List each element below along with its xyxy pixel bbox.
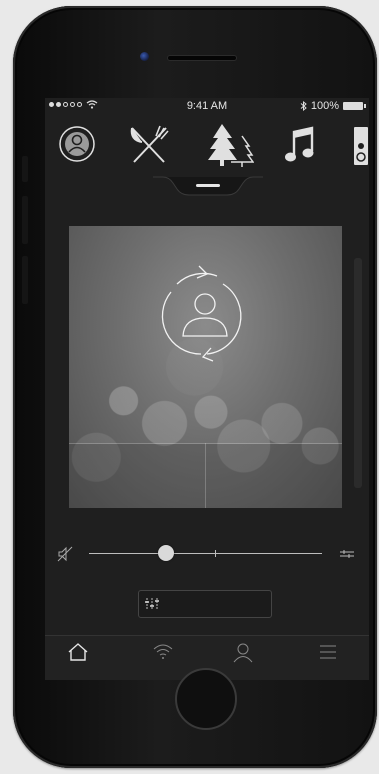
volume-control: [55, 542, 361, 566]
volume-slider-knob[interactable]: [157, 545, 174, 561]
status-right: 100%: [300, 100, 366, 112]
sliders-icon[interactable]: [339, 548, 355, 560]
equalizer-icon: [145, 598, 159, 610]
home-icon[interactable]: [67, 642, 89, 662]
forest-icon[interactable]: [208, 122, 254, 168]
category-icon-bar: [45, 116, 369, 172]
profile-sync-icon[interactable]: [57, 124, 97, 164]
bluetooth-icon: [300, 101, 307, 111]
music-icon[interactable]: [285, 126, 315, 164]
equalizer-button[interactable]: [138, 590, 272, 618]
status-bar: 9:41 AM 100%: [45, 98, 369, 114]
scrollbar[interactable]: [354, 258, 362, 488]
front-camera: [140, 52, 149, 61]
main-image[interactable]: [69, 226, 342, 508]
volume-slider-tick: [215, 550, 216, 557]
volume-down-button: [22, 256, 28, 304]
menu-icon[interactable]: [318, 642, 338, 662]
image-divider-vertical: [205, 443, 206, 508]
pull-down-handle[interactable]: [153, 176, 263, 196]
earpiece-speaker: [168, 56, 236, 60]
volume-slider-track[interactable]: [89, 553, 322, 554]
user-icon[interactable]: [233, 642, 253, 664]
profile-sync-overlay-icon[interactable]: [157, 262, 253, 368]
hardware-home-button: [175, 668, 237, 730]
speaker-muted-icon[interactable]: [57, 546, 73, 562]
restaurant-icon[interactable]: [128, 122, 170, 166]
battery-percent: 100%: [310, 100, 339, 112]
volume-up-button: [22, 196, 28, 244]
wifi-icon[interactable]: [152, 642, 174, 662]
battery-icon: [343, 102, 366, 110]
mute-switch: [22, 156, 28, 182]
app-screen: 9:41 AM 100%: [45, 98, 369, 680]
speaker-icon[interactable]: [353, 126, 369, 166]
